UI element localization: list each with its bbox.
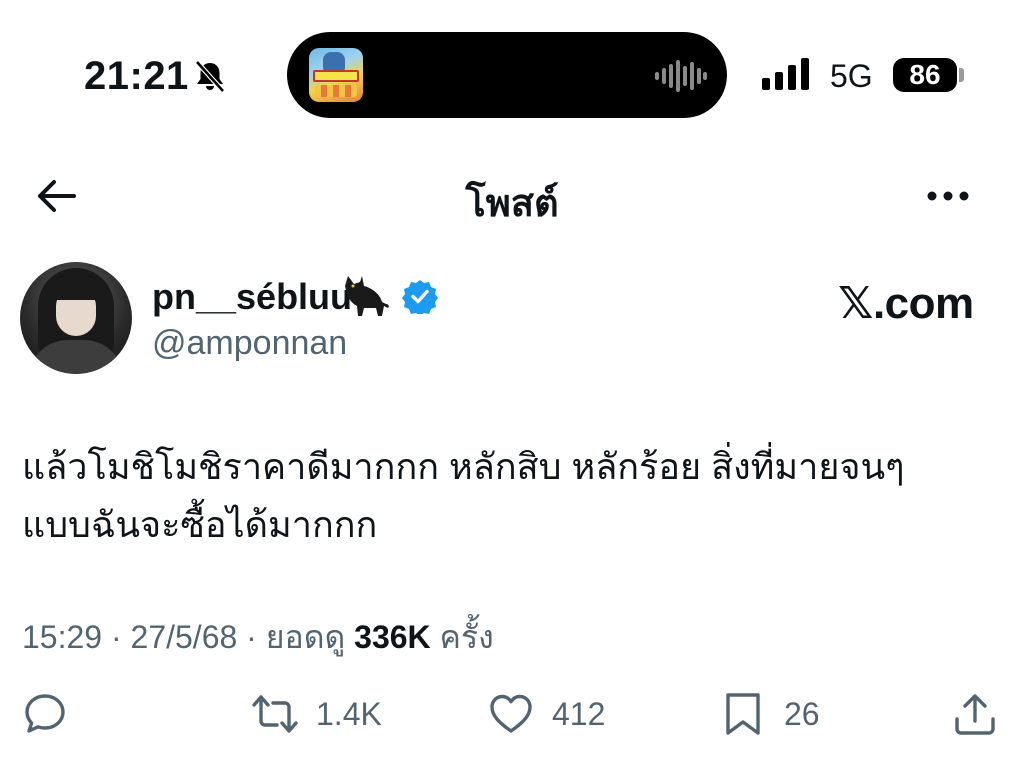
retweet-button[interactable]: 1.4K <box>252 686 382 742</box>
heart-icon <box>490 694 532 733</box>
retweet-count: 1.4K <box>316 695 382 732</box>
reply-icon <box>25 694 65 733</box>
share-button[interactable] <box>952 686 998 742</box>
audio-waveform-icon <box>655 60 707 92</box>
more-options-icon[interactable] <box>920 178 976 214</box>
cellular-signal-icon <box>762 58 809 90</box>
reply-button[interactable] <box>22 686 68 742</box>
dynamic-island[interactable] <box>287 32 727 118</box>
action-bar: 1.4K 412 26 <box>0 686 1024 746</box>
status-time: 21:21 <box>84 54 189 98</box>
bookmark-button[interactable]: 26 <box>720 686 820 742</box>
status-bar: 21:21 5G 86 <box>0 0 1024 150</box>
like-count: 412 <box>552 695 606 732</box>
views-suffix: ครั้ง <box>439 619 494 655</box>
black-cat-emoji-icon <box>345 276 389 316</box>
like-button[interactable]: 412 <box>488 686 605 742</box>
battery-level: 86 <box>893 58 957 92</box>
post-header: โพสต์ <box>0 160 1024 232</box>
username-handle[interactable]: @amponnan <box>152 324 347 363</box>
views-label: ยอดดู <box>265 619 346 655</box>
bell-off-icon <box>195 60 225 93</box>
views-count[interactable]: 336K <box>354 619 431 655</box>
post-meta: 15:29 · 27/5/68 · ยอดดู 336K ครั้ง <box>22 619 494 655</box>
post-date: 27/5/68 <box>130 619 238 655</box>
network-type: 5G <box>830 58 873 94</box>
bookmark-count: 26 <box>784 695 820 732</box>
now-playing-artwork[interactable] <box>309 48 363 102</box>
post-text: แล้วโมชิโมชิราคาดีมากกก หลักสิบ หลักร้อย… <box>22 446 905 545</box>
x-com-watermark: 𝕏.com <box>838 279 974 328</box>
retweet-icon <box>252 695 298 733</box>
page-title: โพสต์ <box>465 183 559 225</box>
bookmark-icon <box>726 693 760 735</box>
avatar[interactable] <box>20 262 132 374</box>
share-icon <box>955 694 995 735</box>
battery-icon: 86 <box>893 58 965 92</box>
display-name[interactable]: pn__sébluu <box>152 276 352 318</box>
verified-badge-icon <box>402 280 438 314</box>
post-time: 15:29 <box>22 619 103 655</box>
